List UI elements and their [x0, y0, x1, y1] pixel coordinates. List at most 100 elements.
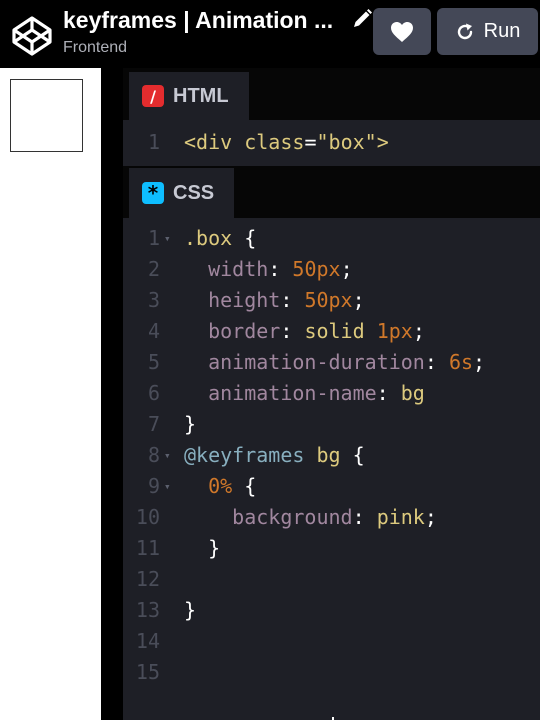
css-tabbar: * CSS [123, 168, 540, 218]
css-tab-icon: * [142, 181, 164, 205]
code-text: } [184, 595, 196, 626]
code-token: 6s [448, 350, 474, 374]
rerun-icon [457, 23, 472, 39]
line-number: 15 [135, 660, 160, 684]
tab-css-label: CSS [173, 181, 215, 204]
line-number: 1 [147, 226, 160, 250]
code-line[interactable]: 13} [123, 595, 540, 626]
code-token: animation-name [208, 381, 377, 405]
fold-arrow-icon[interactable]: ▾ [164, 440, 171, 471]
code-token: animation-duration [208, 350, 425, 374]
line-number: 5 [147, 350, 160, 374]
code-token: 50px [292, 257, 341, 281]
code-token: solid [304, 319, 365, 343]
pen-title[interactable]: keyframes | Animation ... [63, 6, 346, 34]
code-token: : [280, 319, 305, 343]
code-line[interactable]: 11 } [123, 533, 540, 564]
code-line[interactable]: 12 [123, 564, 540, 595]
like-button[interactable] [373, 8, 431, 55]
line-number: 12 [135, 567, 160, 591]
html-code-editor[interactable]: 1 <div class="box"> [123, 120, 540, 166]
code-line[interactable]: 7} [123, 409, 540, 440]
code-line[interactable]: 8 ▾ @keyframes bg { [123, 440, 540, 471]
code-line[interactable]: 4 border: solid 1px; [123, 316, 540, 347]
code-token: } [184, 598, 197, 622]
line-number: 3 [147, 288, 160, 312]
code-line[interactable]: 6 animation-name: bg [123, 378, 540, 409]
line-number: 14 [135, 629, 160, 653]
code-line[interactable]: 14 [123, 626, 540, 657]
heart-icon [391, 21, 413, 42]
preview-pane[interactable] [0, 68, 101, 720]
tab-html[interactable]: / HTML [129, 72, 249, 120]
line-number: 9 [147, 474, 160, 498]
code-line[interactable]: 3 height: 50px; [123, 285, 540, 316]
code-token: 1px [376, 319, 413, 343]
code-token: ; [412, 319, 425, 343]
code-token: = [304, 130, 317, 154]
code-text: } [184, 533, 220, 564]
code-token: @keyframes [184, 443, 305, 467]
code-text: height: 50px; [184, 285, 365, 316]
line-number: 2 [147, 257, 160, 281]
code-token: } [184, 412, 197, 436]
code-token: { [232, 226, 257, 250]
code-token: class [244, 130, 305, 154]
tab-css[interactable]: * CSS [129, 168, 235, 218]
line-number: 1 [147, 130, 160, 154]
line-number: 8 [147, 443, 160, 467]
code-line[interactable]: 2 width: 50px; [123, 254, 540, 285]
code-token: bg [400, 381, 425, 405]
code-token: pink [376, 505, 425, 529]
css-code-editor[interactable]: 1 ▾ .box {2 width: 50px; 3 height: 50px; 4 b… [123, 218, 540, 720]
code-text: border: solid 1px; [184, 316, 425, 347]
code-token: bg [316, 443, 341, 467]
code-token: ; [352, 288, 365, 312]
code-token: 0% [208, 474, 233, 498]
code-text: <div class="box"> [184, 127, 389, 158]
code-line[interactable]: 1 ▾ .box { [123, 223, 540, 254]
code-text: .box { [184, 223, 256, 254]
code-text: @keyframes bg { [184, 440, 365, 471]
code-token: "box" [316, 130, 377, 154]
codepen-logo-icon[interactable] [8, 12, 56, 60]
code-line[interactable]: 10 background: pink; [123, 502, 540, 533]
pencil-icon[interactable] [351, 8, 373, 30]
code-token: { [232, 474, 257, 498]
code-token: : [424, 350, 449, 374]
code-token: height [208, 288, 281, 312]
code-line[interactable]: 9 ▾ 0% { [123, 471, 540, 502]
resize-gutter[interactable] [101, 68, 123, 720]
header-bar: keyframes | Animation ... Frontend Run [0, 0, 540, 68]
fold-arrow-icon[interactable]: ▾ [164, 223, 171, 254]
code-token: 50px [304, 288, 353, 312]
code-token: .box [184, 226, 233, 250]
code-token: : [280, 288, 305, 312]
line-number: 10 [135, 505, 160, 529]
code-line[interactable]: 1 <div class="box"> [123, 127, 540, 158]
codepen-app: keyframes | Animation ... Frontend Run /… [0, 0, 540, 720]
code-line[interactable]: 5 animation-duration: 6s; [123, 347, 540, 378]
code-text: } [184, 409, 196, 440]
code-token: > [376, 130, 389, 154]
run-button[interactable]: Run [437, 8, 538, 55]
tab-html-label: HTML [173, 84, 229, 107]
code-token: { [340, 443, 365, 467]
code-token: } [184, 536, 221, 560]
line-number: 4 [147, 319, 160, 343]
code-token: ; [424, 505, 437, 529]
preview-box [10, 79, 83, 152]
code-line[interactable]: 15 [123, 657, 540, 688]
fold-arrow-icon[interactable]: ▾ [164, 471, 171, 502]
line-number: 7 [147, 412, 160, 436]
code-token: <div [184, 130, 245, 154]
code-text: 0% { [184, 471, 256, 502]
